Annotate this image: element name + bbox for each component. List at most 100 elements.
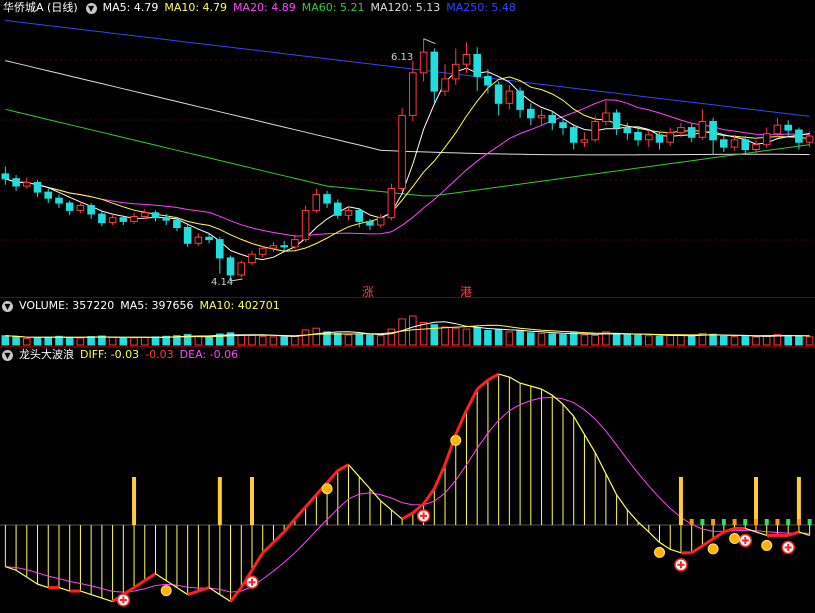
volume-bar xyxy=(108,336,117,346)
volume-bar xyxy=(687,335,696,346)
diff-line xyxy=(15,569,28,578)
candle-body xyxy=(773,124,782,135)
candle-body xyxy=(173,219,181,228)
diff-line xyxy=(143,572,157,582)
volume-bar xyxy=(301,329,310,346)
volume-bar xyxy=(484,330,492,346)
candle-body xyxy=(87,205,95,215)
candle-body xyxy=(258,247,267,255)
small-signal-bar xyxy=(807,519,812,525)
signal-spike xyxy=(796,477,801,525)
volume-bar xyxy=(366,334,374,346)
candle-body xyxy=(44,191,53,199)
small-signal-bar xyxy=(775,519,780,525)
diff-line xyxy=(229,586,243,603)
volume-bar xyxy=(291,335,299,346)
volume-bar xyxy=(76,337,85,346)
candle-body xyxy=(140,212,149,218)
signal-spike xyxy=(132,477,137,525)
candle-body xyxy=(23,181,31,187)
volume-bar xyxy=(591,334,599,346)
candle-body xyxy=(602,112,610,122)
hk-connect-tag: 港 xyxy=(460,285,473,299)
candle-body xyxy=(355,209,363,222)
volume-bar xyxy=(387,328,396,346)
small-signal-bar xyxy=(700,519,705,525)
diff-line xyxy=(176,587,188,596)
volume-bar xyxy=(140,337,149,346)
candle-body xyxy=(634,132,642,141)
diff-line xyxy=(605,473,618,496)
volume-bar xyxy=(355,333,363,346)
volume-bar xyxy=(334,332,342,346)
volume-bar xyxy=(795,335,803,346)
candle-body xyxy=(1,173,10,180)
candle-body xyxy=(762,133,771,146)
candle-body xyxy=(473,54,481,77)
volume-bar xyxy=(280,336,288,346)
dea-line xyxy=(5,396,810,593)
diff-line xyxy=(583,434,596,453)
small-signal-bar xyxy=(764,519,769,525)
diff-line xyxy=(498,373,510,378)
candle-body xyxy=(580,139,589,143)
diff-line xyxy=(755,531,767,537)
stock-chart-canvas[interactable] xyxy=(0,0,815,613)
small-signal-bar xyxy=(689,519,694,525)
diff-line xyxy=(551,394,564,405)
candle-body xyxy=(108,217,117,224)
diff-line xyxy=(573,416,585,435)
volume-bar xyxy=(580,334,589,346)
candle-body xyxy=(559,122,567,129)
candle-body xyxy=(216,239,224,259)
candle-body xyxy=(344,209,353,216)
high-price-marker: 6.13 xyxy=(391,52,414,63)
diff-line xyxy=(465,388,479,411)
candle-body xyxy=(548,114,557,124)
candle-body xyxy=(409,72,417,116)
diff-line xyxy=(616,494,628,511)
ma10-line xyxy=(5,76,810,252)
gold-dot-icon xyxy=(654,546,666,558)
diff-line xyxy=(272,530,286,544)
volume-bar xyxy=(130,337,138,346)
candle-body xyxy=(226,257,235,276)
candle-body xyxy=(280,245,288,248)
diff-line xyxy=(670,548,682,554)
gold-dot-icon xyxy=(761,539,773,551)
candle-body xyxy=(805,135,814,143)
diff-line xyxy=(541,388,553,396)
diff-line xyxy=(509,376,521,384)
candle-body xyxy=(194,236,203,244)
small-signal-bar xyxy=(754,519,759,525)
candle-body xyxy=(655,134,664,143)
candle-body xyxy=(248,253,256,264)
volume-bar xyxy=(23,338,31,346)
volume-bar xyxy=(548,333,557,346)
volume-bar xyxy=(645,335,653,346)
diff-line xyxy=(626,509,639,523)
candle-body xyxy=(784,124,793,131)
gold-dot-icon xyxy=(729,532,741,544)
candle-body xyxy=(33,181,42,193)
candle-body xyxy=(430,51,439,92)
candle-body xyxy=(301,209,310,241)
signal-spike xyxy=(217,477,222,525)
volume-bar xyxy=(65,337,74,346)
candle-body xyxy=(795,129,803,143)
candle-body xyxy=(387,188,396,219)
diff-line xyxy=(690,544,704,555)
candle-body xyxy=(612,112,621,129)
volume-bar xyxy=(473,327,481,346)
volume-bar xyxy=(527,332,535,346)
limit-up-tag: 涨 xyxy=(362,285,375,299)
candle-body xyxy=(569,127,578,143)
candle-body xyxy=(441,78,449,92)
signal-spike xyxy=(754,477,759,525)
diff-line xyxy=(454,409,468,436)
volume-bar xyxy=(344,334,353,346)
volume-bar xyxy=(505,331,514,346)
volume-bar xyxy=(537,332,546,346)
volume-bar xyxy=(655,335,664,346)
volume-bar xyxy=(462,328,471,346)
